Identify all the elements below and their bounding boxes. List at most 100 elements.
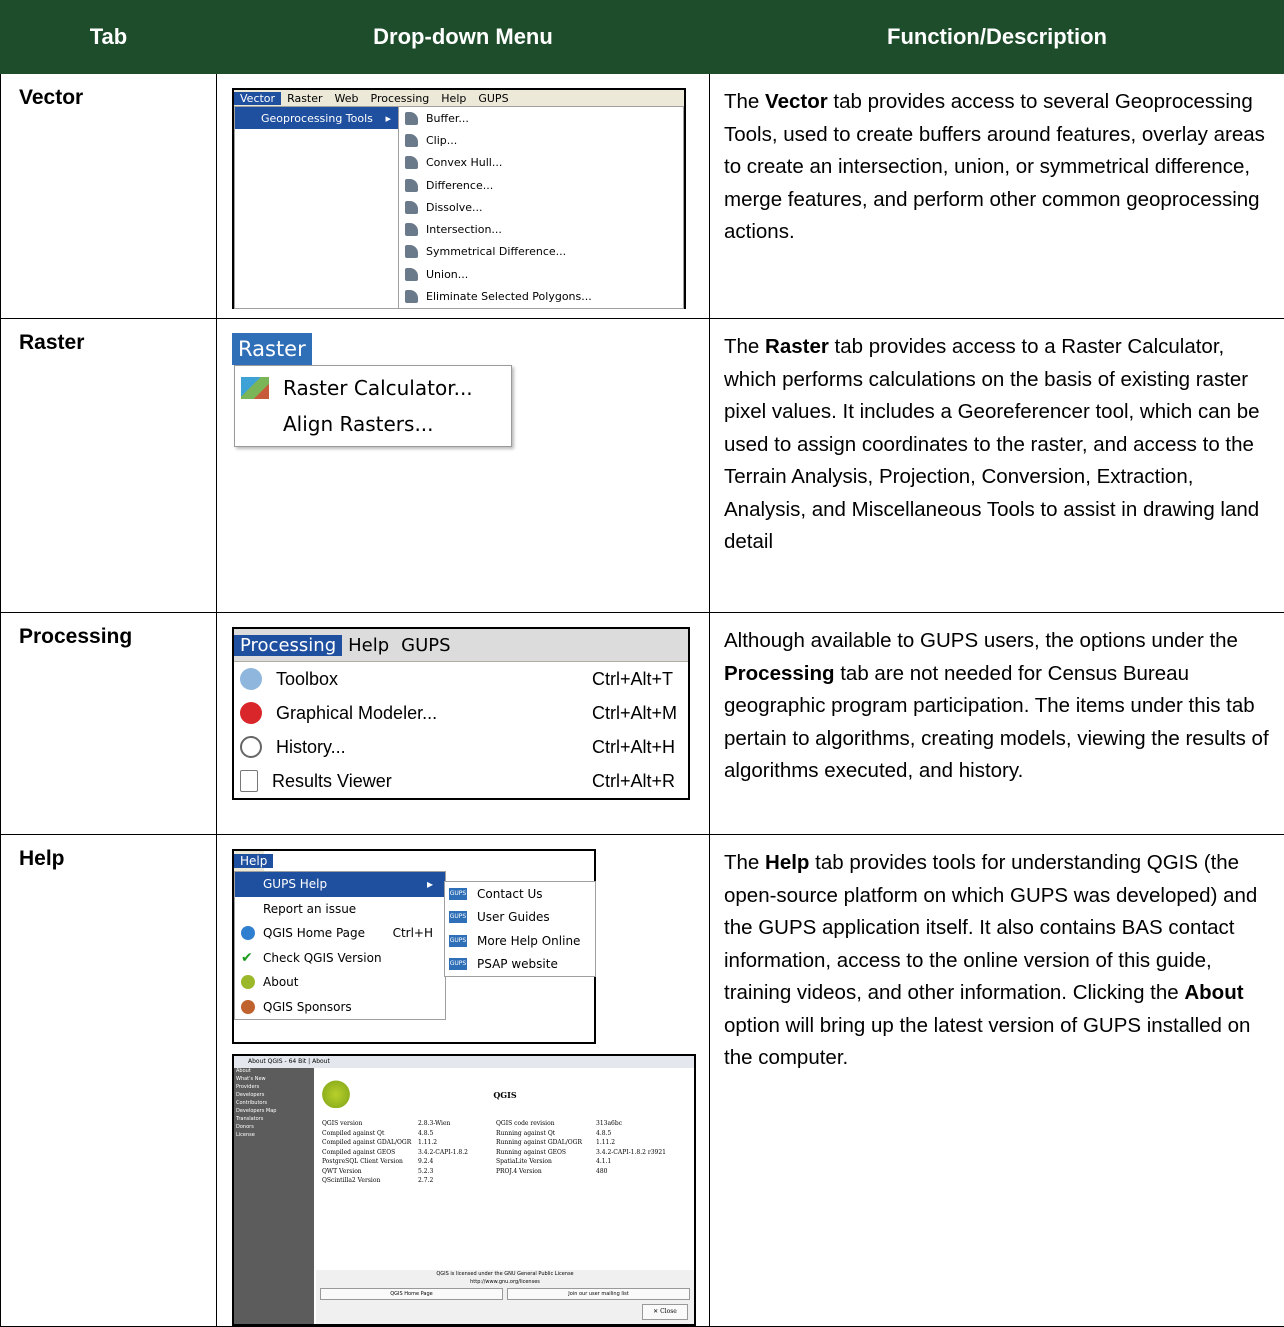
license-link[interactable]: http://www.gnu.org/licenses bbox=[316, 1278, 694, 1286]
version-row: Compiled against Qt4.8.5Running against … bbox=[322, 1130, 692, 1140]
menubar: Vector Raster Web Processing Help GUPS bbox=[234, 90, 684, 107]
about-sidebar: About What's New Providers Developers Co… bbox=[234, 1068, 314, 1324]
menubar-web[interactable]: Web bbox=[329, 92, 365, 105]
version-row: QScintilla2 Version2.7.2 bbox=[322, 1177, 692, 1187]
info-value: 9.2.4 bbox=[418, 1158, 496, 1168]
menu-item-report-an-issue[interactable]: Report an issue bbox=[235, 897, 445, 922]
close-button[interactable]: ✕ Close bbox=[642, 1304, 688, 1320]
dissolve-icon bbox=[405, 201, 418, 214]
menu-item-geoprocessing-tools[interactable]: Geoprocessing Tools ▸ bbox=[235, 107, 399, 129]
menu-item-label: QGIS Home Page bbox=[263, 926, 365, 940]
menubar-help[interactable]: Help bbox=[342, 635, 395, 656]
info-value: 2.8.3-Wien bbox=[418, 1120, 496, 1130]
row-processing: Processing Processing Help GUPS ToolboxC… bbox=[1, 613, 1284, 835]
join-mailing-list-button[interactable]: Join our user mailing list bbox=[507, 1288, 690, 1300]
menu-item-label: Intersection... bbox=[426, 223, 502, 236]
menu-item-clip[interactable]: Clip... bbox=[399, 129, 683, 151]
info-value: 3.4.2-CAPI-1.8.2 bbox=[418, 1149, 496, 1159]
menu-item-label: Buffer... bbox=[426, 112, 469, 125]
symmetrical-difference-icon bbox=[405, 245, 418, 258]
sidebar-item-providers[interactable]: Providers bbox=[234, 1084, 314, 1092]
about-body: QGIS QGIS version2.8.3-WienQGIS code rev… bbox=[316, 1068, 694, 1324]
menu-item-label: Align Rasters... bbox=[283, 412, 434, 436]
menubar-gups[interactable]: GUPS bbox=[472, 92, 514, 105]
menu-item-graphical-modeler[interactable]: Graphical Modeler...Ctrl+Alt+M bbox=[234, 696, 688, 730]
sidebar-item-translators[interactable]: Translators bbox=[234, 1116, 314, 1124]
menu-item-align-rasters[interactable]: Align Rasters... bbox=[235, 406, 511, 442]
menubar-raster[interactable]: Raster bbox=[232, 333, 312, 365]
version-info-grid: QGIS version2.8.3-WienQGIS code revision… bbox=[322, 1120, 692, 1187]
menu-item-intersection[interactable]: Intersection... bbox=[399, 218, 683, 240]
clock-icon bbox=[240, 736, 262, 758]
sidebar-item-developers-map[interactable]: Developers Map bbox=[234, 1108, 314, 1116]
menu-item-shortcut: Ctrl+Alt+T bbox=[592, 669, 688, 690]
checkmark-icon: ✔ bbox=[241, 951, 255, 965]
gears-icon bbox=[240, 702, 262, 724]
menubar: Help bbox=[234, 851, 264, 872]
sidebar-item-whats-new[interactable]: What's New bbox=[234, 1076, 314, 1084]
menu-item-qgis-home-page[interactable]: QGIS Home Page Ctrl+H bbox=[235, 921, 445, 946]
sidebar-item-contributors[interactable]: Contributors bbox=[234, 1100, 314, 1108]
menu-item-label: Report an issue bbox=[263, 902, 356, 916]
dialog-title-bar: About QGIS - 64 Bit | About bbox=[234, 1056, 694, 1068]
sidebar-item-license[interactable]: License bbox=[234, 1132, 314, 1140]
clip-icon bbox=[405, 134, 418, 147]
menu-item-raster-calculator[interactable]: Raster Calculator... bbox=[235, 370, 511, 406]
gups-help-submenu: GUPSContact Us GUPSUser Guides GUPSMore … bbox=[444, 881, 596, 977]
menu-item-convex-hull[interactable]: Convex Hull... bbox=[399, 152, 683, 174]
menu-item-about[interactable]: About bbox=[235, 970, 445, 995]
gups-icon: GUPS bbox=[449, 911, 467, 923]
menu-item-results-viewer[interactable]: Results ViewerCtrl+Alt+R bbox=[234, 764, 688, 798]
qgis-home-page-button[interactable]: QGIS Home Page bbox=[320, 1288, 503, 1300]
menu-item-toolbox[interactable]: ToolboxCtrl+Alt+T bbox=[234, 662, 688, 696]
menu-item-psap-website[interactable]: GUPSPSAP website bbox=[445, 953, 595, 977]
menu-item-difference[interactable]: Difference... bbox=[399, 174, 683, 196]
menubar-processing[interactable]: Processing bbox=[234, 635, 342, 656]
menu-item-label: Raster Calculator... bbox=[283, 376, 473, 400]
header-function-description: Function/Description bbox=[710, 1, 1284, 74]
info-label: Running against GDAL/OGR bbox=[496, 1139, 596, 1149]
sidebar-item-donors[interactable]: Donors bbox=[234, 1124, 314, 1132]
menu-item-union[interactable]: Union... bbox=[399, 263, 683, 285]
menu-item-shortcut: Ctrl+Alt+R bbox=[592, 771, 688, 792]
sponsor-icon bbox=[241, 1000, 255, 1014]
menu-item-user-guides[interactable]: GUPSUser Guides bbox=[445, 906, 595, 930]
menu-item-label: Union... bbox=[426, 268, 468, 281]
menu-item-buffer[interactable]: Buffer... bbox=[399, 107, 683, 129]
menu-item-history[interactable]: History...Ctrl+Alt+H bbox=[234, 730, 688, 764]
sidebar-item-developers[interactable]: Developers bbox=[234, 1092, 314, 1100]
menu-item-check-qgis-version[interactable]: ✔Check QGIS Version bbox=[235, 946, 445, 971]
menubar: Processing Help GUPS bbox=[234, 629, 688, 662]
menubar-help[interactable]: Help bbox=[234, 854, 273, 868]
close-icon: ✕ bbox=[653, 1308, 660, 1315]
menu-item-label: Difference... bbox=[426, 179, 493, 192]
info-label bbox=[496, 1177, 596, 1187]
description-raster: The Raster tab provides access to a Rast… bbox=[710, 319, 1284, 613]
menubar-gups[interactable]: GUPS bbox=[395, 635, 456, 656]
menu-item-label: Results Viewer bbox=[272, 771, 592, 792]
help-dropdown: GUPS Help▸ Report an issue QGIS Home Pag… bbox=[234, 871, 446, 1020]
menu-item-qgis-sponsors[interactable]: QGIS Sponsors bbox=[235, 995, 445, 1020]
chevron-right-icon: ▸ bbox=[427, 877, 433, 891]
menu-item-more-help-online[interactable]: GUPSMore Help Online bbox=[445, 929, 595, 953]
menu-item-eliminate-selected-polygons[interactable]: Eliminate Selected Polygons... bbox=[399, 285, 683, 307]
menu-item-gups-help[interactable]: GUPS Help▸ bbox=[235, 872, 445, 897]
menu-item-label: PSAP website bbox=[477, 957, 558, 971]
menu-screenshot-help: Help GUPS Help▸ Report an issue QGIS Hom… bbox=[217, 835, 710, 1327]
menubar-help[interactable]: Help bbox=[435, 92, 472, 105]
chevron-right-icon: ▸ bbox=[385, 112, 391, 125]
sidebar-item-about[interactable]: About bbox=[234, 1068, 314, 1076]
row-raster: Raster Raster Raster Calculator... Align… bbox=[1, 319, 1284, 613]
menubar-processing[interactable]: Processing bbox=[365, 92, 436, 105]
menu-item-shortcut: Ctrl+H bbox=[393, 926, 433, 940]
menu-item-symmetrical-difference[interactable]: Symmetrical Difference... bbox=[399, 241, 683, 263]
version-row: PostgreSQL Client Version9.2.4SpatiaLite… bbox=[322, 1158, 692, 1168]
menu-item-dissolve[interactable]: Dissolve... bbox=[399, 196, 683, 218]
menubar-raster[interactable]: Raster bbox=[281, 92, 328, 105]
desc-text: tab provides access to a Raster Calculat… bbox=[724, 335, 1260, 553]
menu-item-contact-us[interactable]: GUPSContact Us bbox=[445, 882, 595, 906]
menubar-vector[interactable]: Vector bbox=[234, 92, 281, 105]
raster-menu-screenshot: Raster Raster Calculator... Align Raster… bbox=[232, 333, 510, 447]
raster-dropdown: Raster Calculator... Align Rasters... bbox=[234, 365, 512, 447]
info-label: Running against GEOS bbox=[496, 1149, 596, 1159]
